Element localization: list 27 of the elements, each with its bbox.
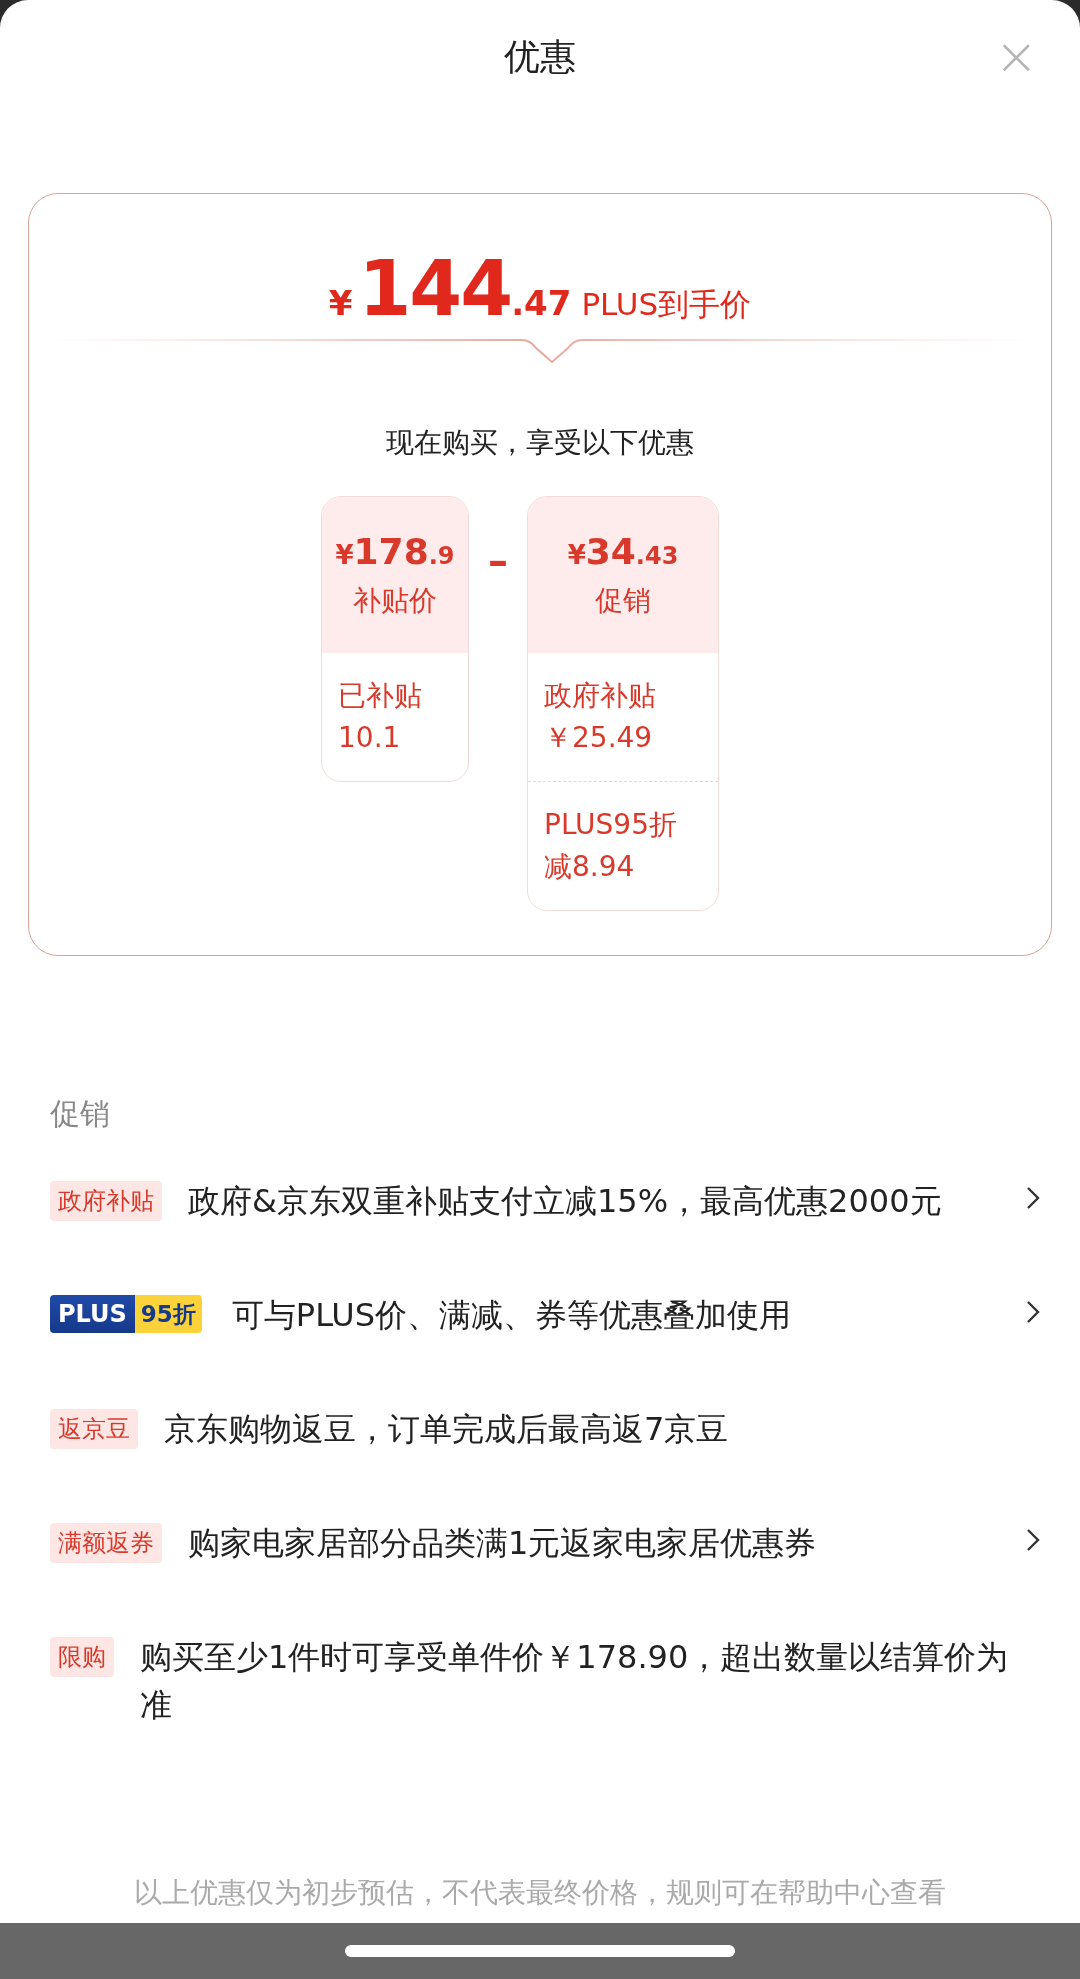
detail-text: 政府补贴 <box>544 678 657 714</box>
discount-badge: 95折 <box>134 1295 202 1333</box>
promo-tag: 返京豆 <box>50 1409 138 1449</box>
promo-text[interactable]: 政府&京东双重补贴支付立减15%，最高优惠2000元 <box>188 1177 946 1225</box>
plus-badge: PLUS <box>50 1295 135 1333</box>
promo-tag: 政府补贴 <box>50 1181 162 1221</box>
section-heading: 促销 <box>50 1095 111 1133</box>
detail-text: 10.1 <box>338 720 402 756</box>
detail-text: PLUS95折 <box>544 807 678 843</box>
minus-sign: – <box>487 538 509 584</box>
block-label: 促销 <box>595 582 651 619</box>
detail-text: 已补贴 <box>338 678 423 714</box>
detail-text: 减8.94 <box>544 849 636 885</box>
promo-text: 京东购物返豆，订单完成后最高返7京豆 <box>164 1409 730 1450</box>
detail-text: ￥25.49 <box>544 720 654 756</box>
promo-tag: 满额返券 <box>50 1523 162 1563</box>
promo-text[interactable]: 购家电家居部分品类满1元返家电家居优惠券 <box>188 1519 946 1567</box>
promo-tag: 限购 <box>50 1637 114 1677</box>
final-price: ¥144.47 PLUS到手价 <box>328 244 752 328</box>
sheet-title: 优惠 <box>504 35 576 79</box>
promo-text[interactable]: 可与PLUS价、满减、券等优惠叠加使用 <box>231 1291 946 1339</box>
disclaimer-text: 以上优惠仅为初步预估，不代表最终价格，规则可在帮助中心查看 <box>134 1875 946 1911</box>
block-amount: ¥34.43 <box>567 530 679 572</box>
promo-text: 购买至少1件时可享受单件价￥178.90，超出数量以结算价为准 <box>140 1637 1010 1726</box>
card-subtitle: 现在购买，享受以下优惠 <box>386 425 694 461</box>
block-amount: ¥178.9 <box>335 530 455 572</box>
block-label: 补贴价 <box>353 582 437 619</box>
